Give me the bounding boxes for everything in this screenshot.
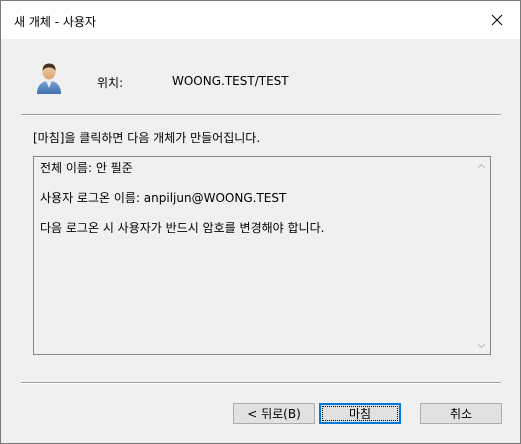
- focus-ring: [322, 406, 398, 421]
- window-title: 새 개체 - 사용자: [14, 15, 97, 29]
- title-bar: 새 개체 - 사용자: [1, 1, 520, 39]
- user-icon: [35, 61, 63, 95]
- new-user-dialog: 새 개체 - 사용자 위치: WOONG.TEST/TEST [마침]을 클릭하…: [0, 0, 521, 444]
- instruction-text: [마침]을 클릭하면 다음 개체가 만들어집니다.: [33, 131, 261, 145]
- separator: [21, 114, 501, 116]
- summary-logon-name: 사용자 로그온 이름: anpiljun@WOONG.TEST: [40, 191, 287, 205]
- location-value: WOONG.TEST/TEST: [172, 74, 289, 88]
- vertical-scrollbar[interactable]: [473, 157, 490, 354]
- cancel-button[interactable]: 취소: [420, 403, 502, 424]
- summary-password-note: 다음 로그온 시 사용자가 반드시 암호를 변경해야 합니다.: [40, 221, 325, 235]
- close-button[interactable]: [474, 1, 520, 39]
- finish-button[interactable]: 마침: [319, 403, 401, 424]
- separator: [21, 382, 501, 384]
- summary-full-name: 전체 이름: 안 필준: [40, 161, 133, 175]
- scroll-down-arrow-icon[interactable]: [473, 337, 490, 354]
- back-button[interactable]: < 뒤로(B): [233, 403, 315, 424]
- scroll-up-arrow-icon[interactable]: [473, 157, 490, 174]
- location-label: 위치:: [97, 76, 124, 90]
- close-icon: [491, 14, 503, 26]
- summary-textbox[interactable]: 전체 이름: 안 필준 사용자 로그온 이름: anpiljun@WOONG.T…: [33, 156, 491, 355]
